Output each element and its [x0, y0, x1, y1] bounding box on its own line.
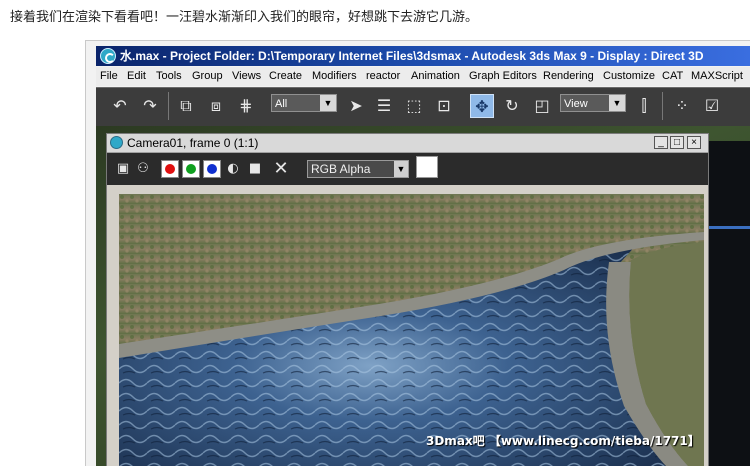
red-channel-toggle[interactable] [161, 160, 179, 178]
minimize-icon[interactable]: _ [654, 136, 668, 149]
display-channel-value: RGB Alpha [311, 162, 371, 176]
menu-maxscript[interactable]: MAXScript [691, 70, 743, 82]
selection-filter-value: All [275, 98, 288, 110]
bind-space-warp-icon[interactable]: ⋕ [234, 94, 258, 118]
unlink-icon[interactable]: ⧈ [204, 94, 228, 118]
monochrome-icon[interactable]: ■ [247, 160, 263, 178]
menu-rendering[interactable]: Rendering [543, 70, 594, 82]
selection-filter-dropdown[interactable]: All ▼ [271, 94, 337, 112]
clear-icon[interactable]: ✕ [273, 160, 289, 178]
chevron-down-icon: ▼ [394, 161, 408, 177]
blue-channel-icon [207, 164, 217, 174]
menu-edit[interactable]: Edit [127, 70, 146, 82]
menu-animation[interactable]: Animation [411, 70, 460, 82]
green-channel-icon [186, 164, 196, 174]
menu-customize[interactable]: Customize [603, 70, 655, 82]
display-channel-dropdown[interactable]: RGB Alpha ▼ [307, 160, 409, 178]
clone-render-frame-icon[interactable]: ⚇ [135, 160, 151, 178]
menu-file[interactable]: File [100, 70, 118, 82]
menu-group[interactable]: Group [192, 70, 223, 82]
toolbar-divider [168, 92, 169, 120]
pivot-point-icon[interactable]: ⫿ [632, 94, 656, 118]
viewport-dark-panel [708, 141, 750, 466]
render-window-title: Camera01, frame 0 (1:1) [127, 136, 259, 150]
undo-icon[interactable]: ↶ [108, 94, 132, 118]
screenshot-frame: 水.max - Project Folder: D:\Temporary Int… [85, 40, 750, 466]
menu-bar: File Edit Tools Group Views Create Modif… [96, 67, 750, 86]
maximize-icon[interactable]: □ [670, 136, 684, 149]
snaps-toggle-icon[interactable]: ☑ [700, 94, 724, 118]
chevron-down-icon: ▼ [320, 95, 336, 111]
3dsmax-app-icon [110, 136, 123, 149]
viewport-edge-line [708, 226, 750, 229]
close-icon[interactable]: × [687, 136, 701, 149]
green-channel-toggle[interactable] [182, 160, 200, 178]
render-window-title-bar: Camera01, frame 0 (1:1) _ □ × [107, 134, 708, 153]
color-swatch[interactable] [416, 156, 438, 178]
rendered-image [119, 194, 704, 466]
chevron-down-icon: ▼ [609, 95, 625, 111]
select-and-rotate-icon[interactable]: ↻ [500, 94, 524, 118]
alpha-channel-icon[interactable]: ◐ [225, 160, 241, 178]
select-and-move-icon[interactable]: ✥ [470, 94, 494, 118]
blue-channel-toggle[interactable] [203, 160, 221, 178]
menu-tools[interactable]: Tools [156, 70, 182, 82]
menu-cat[interactable]: CAT [662, 70, 683, 82]
toolbar-divider [662, 92, 663, 120]
menu-reactor[interactable]: reactor [366, 70, 400, 82]
red-channel-icon [165, 164, 175, 174]
rendered-scene-svg [119, 194, 704, 466]
render-frame-window: Camera01, frame 0 (1:1) _ □ × ▣ ⚇ ◐ ■ ✕ … [106, 133, 709, 466]
window-crossing-icon[interactable]: ⊡ [432, 94, 456, 118]
render-toolbar: ▣ ⚇ ◐ ■ ✕ RGB Alpha ▼ [107, 153, 708, 185]
watermark: 3Dmax吧 【www.linecg.com/tieba/1771】 [426, 434, 700, 448]
redo-icon[interactable]: ↷ [138, 94, 162, 118]
menu-views[interactable]: Views [232, 70, 261, 82]
ref-coord-dropdown[interactable]: View ▼ [560, 94, 626, 112]
link-icon[interactable]: ⧉ [174, 94, 198, 118]
select-by-name-icon[interactable]: ☰ [372, 94, 396, 118]
main-toolbar: ↶ ↷ ⧉ ⧈ ⋕ All ▼ ➤ ☰ ⬚ ⊡ ✥ ↻ ◰ View ▼ ⫿ ⁘… [96, 87, 750, 126]
menu-modifiers[interactable]: Modifiers [312, 70, 357, 82]
save-image-icon[interactable]: ▣ [115, 160, 131, 178]
3dsmax-app-icon [100, 48, 116, 64]
ref-coord-value: View [564, 98, 588, 110]
select-and-scale-icon[interactable]: ◰ [530, 94, 554, 118]
post-caption: 接着我们在渲染下看看吧！一汪碧水渐渐印入我们的眼帘，好想跳下去游它几游。 [10, 10, 479, 25]
menu-create[interactable]: Create [269, 70, 302, 82]
rectangular-region-icon[interactable]: ⬚ [402, 94, 426, 118]
menu-graph-editors[interactable]: Graph Editors [469, 70, 537, 82]
keyboard-shortcut-override-icon[interactable]: ⁘ [670, 94, 694, 118]
app-title: 水.max - Project Folder: D:\Temporary Int… [120, 49, 704, 63]
select-object-icon[interactable]: ➤ [344, 94, 368, 118]
app-title-bar: 水.max - Project Folder: D:\Temporary Int… [96, 46, 750, 66]
